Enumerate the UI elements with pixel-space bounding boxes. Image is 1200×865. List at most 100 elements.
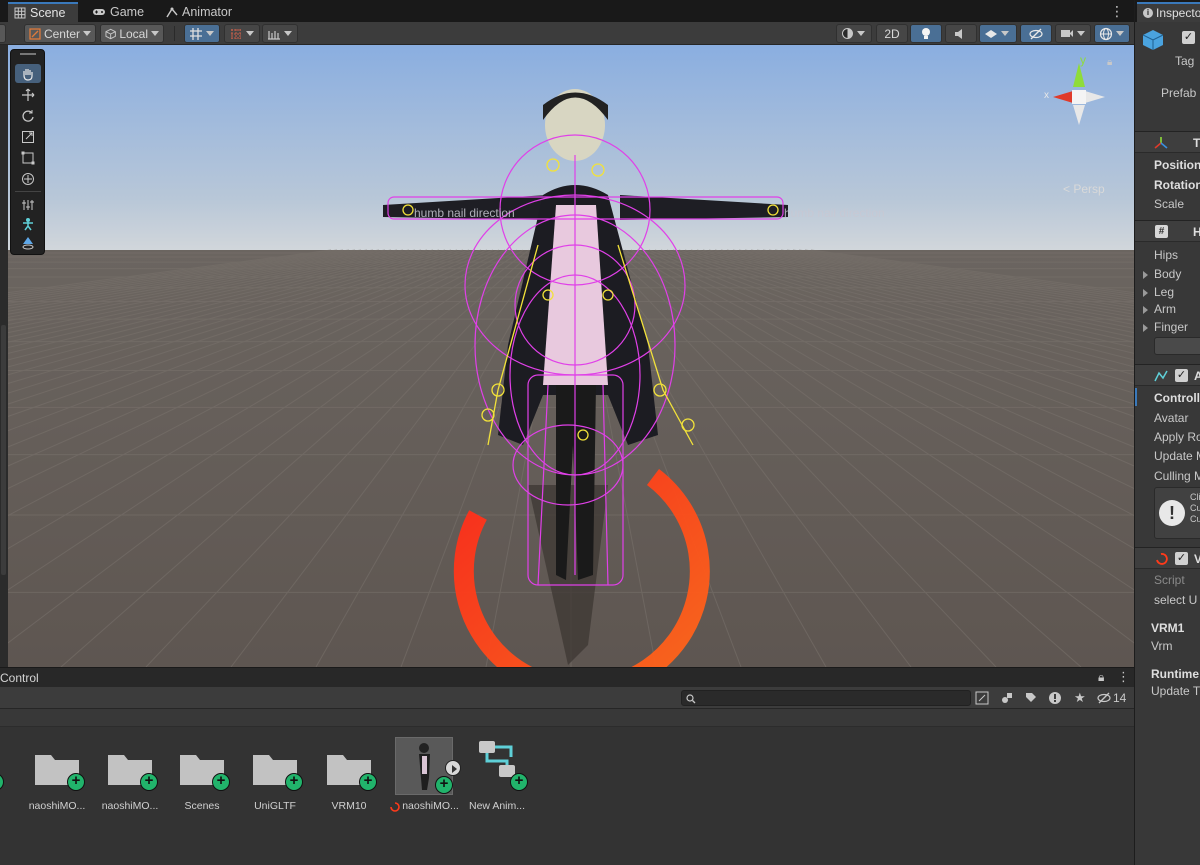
selection-indicator [1135,388,1137,406]
update-mode-label: Update M [1154,449,1200,463]
expand-arrow-icon[interactable] [1143,271,1148,279]
animator-title: A [1194,369,1200,383]
prefab-label: Prefab [1161,86,1197,100]
effects-dropdown[interactable] [979,24,1017,43]
arm-label[interactable]: Arm [1154,302,1176,316]
scene-render [8,45,1134,667]
audio-toggle[interactable] [945,24,977,43]
projection-toggle[interactable]: < Persp [1063,182,1105,196]
asset-item[interactable]: + New Anim... [461,737,533,827]
rect-tool[interactable] [15,148,41,167]
expand-arrow-icon[interactable] [1143,289,1148,297]
controller-label: Controller [1154,391,1200,405]
camera-icon [1061,30,1073,37]
expand-arrow-icon[interactable] [1143,306,1148,314]
project-breadcrumb-bar [0,709,1134,727]
play-preview-icon[interactable] [445,760,461,776]
scene-visibility-toggle[interactable] [1020,24,1052,43]
hidden-packages-toggle[interactable]: 14 [1097,691,1126,705]
scale-tool[interactable] [15,127,41,146]
tab-animator[interactable]: Animator [160,2,238,22]
tab-scene[interactable]: Scene [8,2,78,22]
toolbar-edge [0,24,6,43]
transform-tool[interactable] [15,169,41,188]
animator-header[interactable]: ✓ A [1135,364,1200,386]
scene-tab-strip: Scene Game Animator ⋮ [0,0,1134,22]
vrm-header[interactable]: ✓ V [1135,547,1200,569]
asset-item[interactable]: + [0,737,14,827]
grid-visibility-toggle[interactable] [224,24,260,43]
leg-label[interactable]: Leg [1154,285,1174,299]
space-dropdown[interactable]: Local [100,24,164,43]
add-badge-icon: + [285,773,303,791]
asset-label: naoshiMO... [28,800,86,812]
camera-dropdown[interactable] [1055,24,1091,43]
tab-game[interactable]: Game [86,2,150,22]
gizmos-dropdown[interactable] [1094,24,1130,43]
body-label[interactable]: Body [1154,267,1181,281]
hand-tool-icon [23,68,33,81]
transform-header[interactable]: T [1135,131,1200,153]
left-splitter-handle[interactable] [1,325,6,575]
shading-sphere-icon [842,28,853,39]
axis-x-label: x [1044,90,1049,101]
visibility-tool[interactable] [15,233,41,252]
finger-label[interactable]: Finger [1154,320,1188,334]
avatar-tool[interactable] [15,214,41,233]
gizmo-label-right: humb nail direction [784,206,885,220]
filter-by-type-icon[interactable] [1000,691,1014,705]
project-asset-grid: + + naoshiMO... + naoshiMO... + Scenes +… [0,727,1134,865]
draw-mode-dropdown[interactable] [836,24,872,43]
space-label: Local [119,26,148,41]
add-badge-icon: + [359,773,377,791]
lock-icon[interactable]: 🔒︎ [1107,57,1112,68]
humanoid-action-button[interactable] [1154,337,1200,355]
asset-item[interactable]: + VRM10 [313,737,385,827]
lighting-toggle[interactable] [910,24,942,43]
animator-enabled-checkbox[interactable]: ✓ [1175,369,1188,382]
tab-inspector[interactable]: i Inspector [1137,2,1200,22]
hand-tool[interactable] [15,64,41,83]
humanoid-header[interactable]: # H [1135,220,1200,242]
help-line: Cu [1190,514,1200,524]
asset-item[interactable]: + naoshiMO... [388,737,461,827]
hidden-count: 14 [1113,691,1127,705]
active-checkbox[interactable]: ✓ [1182,31,1195,44]
grid-snap-toggle[interactable] [184,24,220,43]
vrm-loading-icon [390,801,400,812]
expand-arrow-icon[interactable] [1143,324,1148,332]
asset-label: UniGLTF [254,800,296,812]
filter-by-label-icon[interactable] [1024,691,1038,705]
search-input[interactable] [681,690,971,706]
palette-grip[interactable] [20,53,36,55]
custom-tool-icon [22,199,34,210]
move-tool[interactable] [15,85,41,104]
panel-title[interactable]: Control [0,671,39,685]
more-options-icon[interactable]: ⋮ [1117,669,1130,685]
gamepad-icon [93,9,105,15]
custom-tool[interactable] [15,195,41,214]
rotation-label: Rotation [1154,178,1200,192]
favorites-star-icon[interactable]: ★ [1074,690,1086,706]
search-options-icon[interactable] [975,691,989,705]
asset-item[interactable]: + naoshiMO... [94,737,166,827]
mode-2d-label: 2D [884,26,900,41]
vrm-enabled-checkbox[interactable]: ✓ [1175,552,1188,565]
increment-snap-toggle[interactable] [262,24,298,43]
asset-label: naoshiMO... [101,800,159,812]
gizmo-center-cube [1072,90,1086,104]
chevron-down-icon [1116,31,1124,36]
asset-item[interactable]: + naoshiMO... [21,737,93,827]
toggle-2d-button[interactable]: 2D [876,24,908,43]
add-badge-icon: + [67,773,85,791]
pivot-dropdown[interactable]: Center [24,24,96,43]
filter-log-icon[interactable] [1048,691,1062,705]
asset-item[interactable]: + Scenes [166,737,238,827]
lock-icon[interactable]: 🔒︎ [1098,670,1104,685]
script-label: Script [1154,573,1185,587]
scene-viewport[interactable]: y x 🔒︎ < Persp humb nail direction humb … [8,45,1134,667]
rotate-tool[interactable] [15,106,41,125]
asset-item[interactable]: + UniGLTF [239,737,311,827]
avatar-tool-icon [23,217,33,230]
more-options-icon[interactable]: ⋮ [1110,4,1124,18]
